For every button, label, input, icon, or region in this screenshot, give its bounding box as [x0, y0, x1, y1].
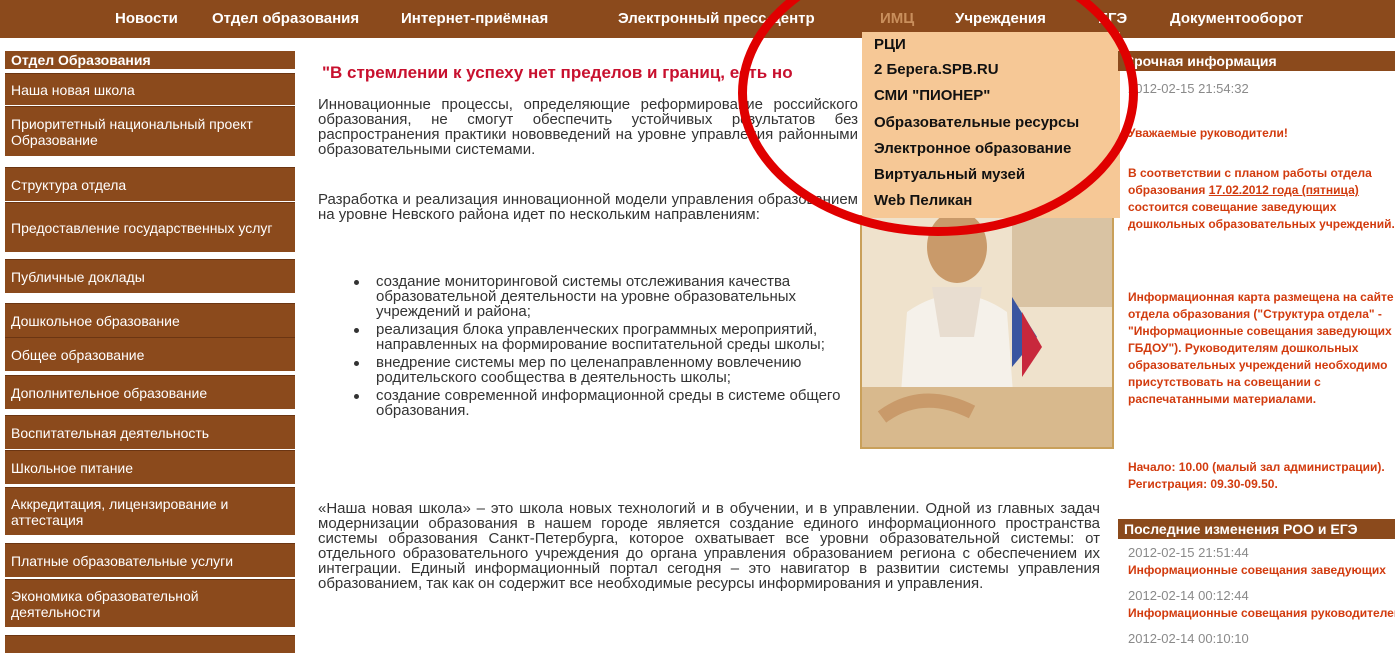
nav-press-center[interactable]: Электронный пресс-центр [618, 0, 815, 38]
sidebar-item-upbringing[interactable]: Воспитательная деятельность [5, 415, 295, 449]
sidebar-item-school-meals[interactable]: Школьное питание [5, 450, 295, 484]
dropdown-item-edu-resources[interactable]: Образовательные ресурсы [874, 114, 1079, 131]
urgent-message-1: В соответствии с планом работы отдела об… [1128, 166, 1395, 231]
dropdown-item-rci[interactable]: РЦИ [874, 36, 906, 53]
directions-paragraph: Разработка и реализация инновационной мо… [318, 191, 858, 223]
update-date: 2012-02-14 00:12:44 [1128, 588, 1249, 603]
list-item: реализация блока управленческих программ… [354, 322, 856, 352]
list-item: внедрение системы мер по целенаправленно… [354, 355, 856, 385]
sidebar-item-public-reports[interactable]: Публичные доклады [5, 259, 295, 293]
update-date: 2012-02-15 21:51:44 [1128, 545, 1249, 560]
intro-paragraph: Инновационные процессы, определяющие реф… [318, 96, 858, 158]
dropdown-item-virtual-museum[interactable]: Виртуальный музей [874, 166, 1025, 183]
directions-list: создание мониторинговой системы отслежив… [318, 274, 856, 421]
new-school-paragraph: «Наша новая школа» – это школа новых тех… [318, 500, 1100, 592]
director-photo [860, 215, 1114, 449]
dropdown-item-web-pelikan[interactable]: Web Пеликан [874, 192, 972, 209]
top-navigation: Новости Отдел образования Интернет-приём… [0, 0, 1395, 38]
right-panel: Срочная информация 2012-02-15 21:54:32 У… [1118, 45, 1395, 651]
sidebar-item-additional[interactable]: Дополнительное образование [5, 375, 295, 409]
sidebar-item-national-project[interactable]: Приоритетный национальный проект Образов… [5, 106, 295, 156]
sidebar-item-paid-services[interactable]: Платные образовательные услуги [5, 543, 295, 577]
nav-internet-reception[interactable]: Интернет-приёмная [401, 0, 548, 38]
dropdown-item-2-berega[interactable]: 2 Берега.SPB.RU [874, 61, 999, 78]
update-date: 2012-02-14 00:10:10 [1128, 631, 1249, 646]
page-quote: "В стремлении к успеху нет пределов и гр… [322, 63, 793, 82]
nav-news[interactable]: Новости [115, 0, 178, 38]
update-link[interactable]: Информационные совещания заведующих [1128, 563, 1386, 577]
sidebar-item-economics[interactable]: Экономика образовательной деятельности [5, 579, 295, 627]
dropdown-item-pioneer[interactable]: СМИ "ПИОНЕР" [874, 87, 990, 104]
dropdown-item-e-education[interactable]: Электронное образование [874, 140, 1071, 157]
list-item: создание современной информационной сред… [354, 388, 856, 418]
sidebar-item-structure[interactable]: Структура отдела [5, 167, 295, 201]
urgent-message-2: Информационная карта размещена на сайте … [1128, 290, 1394, 406]
sidebar-item-new-school[interactable]: Наша новая школа [5, 73, 295, 105]
urgent-date: 2012-02-15 21:54:32 [1128, 81, 1249, 96]
nav-education-dept[interactable]: Отдел образования [212, 0, 359, 38]
urgent-message-3: Начало: 10.00 (малый зал администрации).… [1128, 460, 1385, 491]
update-link[interactable]: Информационные совещания руководителей [1128, 606, 1395, 620]
list-item: создание мониторинговой системы отслежив… [354, 274, 856, 319]
sidebar-item-state-services[interactable]: Предоставление государственных услуг [5, 202, 295, 252]
left-sidebar: Отдел Образования Наша новая школа Приор… [0, 45, 300, 653]
sidebar-item-more[interactable] [5, 635, 295, 653]
sidebar-item-preschool[interactable]: Дошкольное образование [5, 303, 295, 337]
nav-document-flow[interactable]: Документооборот [1170, 0, 1303, 38]
sidebar-header: Отдел Образования [5, 51, 295, 69]
recent-changes-header: Последние изменения РОО и ЕГЭ [1118, 519, 1395, 539]
urgent-greeting: Уважаемые руководители! [1128, 126, 1288, 140]
imc-dropdown-menu: РЦИ 2 Берега.SPB.RU СМИ "ПИОНЕР" Образов… [862, 32, 1120, 218]
sidebar-item-general[interactable]: Общее образование [5, 337, 295, 371]
sidebar-item-accreditation[interactable]: Аккредитация, лицензирование и аттестаци… [5, 487, 295, 535]
urgent-info-header: Срочная информация [1118, 51, 1395, 71]
